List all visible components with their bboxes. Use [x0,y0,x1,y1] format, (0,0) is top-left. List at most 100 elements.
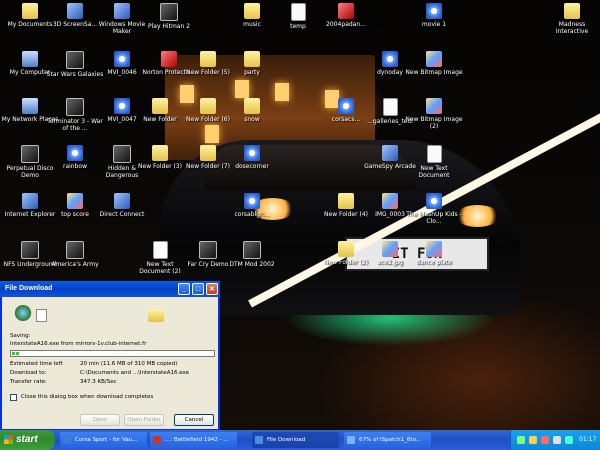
media-icon [114,51,130,67]
desktop-icon-label: corsablgh... [234,211,270,218]
folder-icon [244,98,260,114]
app-icon [114,193,130,209]
taskbar-item-corsa-sport[interactable]: Corsa Sport - for Vau... [60,432,147,448]
folder-icon [564,3,580,19]
desktop-icon[interactable]: snow [222,98,282,123]
folder-icon [338,241,354,257]
document-icon [290,3,306,21]
game-icon [113,145,131,163]
paint-icon [426,51,442,67]
folder-icon [152,98,168,114]
game-icon [243,241,261,259]
time-left-label: Estimated time left [10,361,63,367]
desktop-icon-label: party [244,69,260,76]
desktop-icon[interactable]: corsablgh... [222,193,282,218]
desktop-icon-label: movie 1 [421,21,447,28]
taskbar-item-patch-download[interactable]: 67% of ISpatch1_6to... [344,432,431,448]
download-progress-bar [10,350,215,357]
open-button[interactable]: Open [80,414,120,426]
download-file-line: InterstateA16.exe from mirrors-1v.club-i… [10,341,147,347]
media-icon [114,98,130,114]
paint-icon [426,98,442,114]
game-icon [66,51,84,69]
taskbar-item-label: File Download [267,437,306,443]
start-label: start [16,434,38,445]
maximize-button[interactable]: □ [192,283,204,295]
download-to-label: Download to: [10,370,47,376]
desktop-icon[interactable]: dance plate [404,241,464,266]
transfer-rate-label: Transfer rate: [10,379,47,385]
desktop-icon[interactable]: New Text Document [404,145,464,179]
desktop-icon-label: dosecorner [235,163,269,170]
time-left-value: 20 min (11.6 MB of 310 MB copied) [80,361,178,367]
folder-docs-icon [22,3,38,19]
desktop-icon[interactable]: Direct Connect [92,193,152,218]
download-progress-fill [12,352,19,355]
dialog-title-bar[interactable]: File Download _ □ ✕ [0,281,220,297]
game-icon [21,241,39,259]
download-icon [255,436,263,444]
desktop-icon-label: Play Hitman 2 [148,23,190,30]
computer-icon [22,51,38,67]
globe-icon [14,305,32,321]
taskbar-item-battlefield[interactable]: ...: Battlefield 1942 - ... [150,432,237,448]
media-icon [244,145,260,161]
desktop-icon-label: dance plate [416,259,452,266]
desktop-icon-label: America's Army [51,261,99,268]
desktop-icon-label: snow [244,116,260,123]
media-icon [382,51,398,67]
folder-icon [152,145,168,161]
app-icon [382,145,398,161]
minimize-button[interactable]: _ [178,283,190,295]
desktop-icon[interactable]: 2004padan... [316,3,376,28]
folder-icon [148,309,164,322]
desktop-icon[interactable]: New Bitmap Image [404,51,464,76]
folder-icon [200,145,216,161]
dialog-title: File Download [5,285,53,292]
document-icon [426,145,442,163]
desktop-icon[interactable]: dosecorner [222,145,282,170]
desktop-icon[interactable]: America's Army [45,241,105,268]
close-when-complete-checkbox[interactable] [10,394,17,401]
close-when-complete-label[interactable]: Close this dialog box when download comp… [21,394,153,400]
desktop-icon[interactable]: party [222,51,282,76]
media-icon [426,193,442,209]
media-icon [67,145,83,161]
document-icon [382,98,398,116]
security-tray-icon[interactable] [541,436,549,444]
file-download-dialog: File Download _ □ ✕ Saving: InterstateA1… [0,281,220,430]
media-icon [244,193,260,209]
desktop-icon[interactable]: DTM Mod 2002 [222,241,282,268]
saving-label: Saving: [10,333,31,339]
folder-icon [200,98,216,114]
folder-icon [244,3,260,19]
messenger-tray-icon[interactable] [565,436,573,444]
desktop-icon[interactable]: New Bitmap Image (2) [404,98,464,130]
paint-icon [382,241,398,257]
browser-icon [63,436,71,444]
desktop-icon[interactable]: Madness Interactive [542,3,600,35]
paint-icon [67,193,83,209]
start-button[interactable]: start [0,430,55,450]
game-icon [66,241,84,259]
cancel-button[interactable]: Cancel [174,414,214,426]
desktop-icon-label: New Bitmap Image (2) [405,116,463,130]
desktop-icon[interactable]: movie 1 [404,3,464,28]
desktop-icon-label: Direct Connect [99,211,145,218]
desktop-icon-label: 2004padan... [326,21,366,28]
close-button[interactable]: ✕ [206,283,218,295]
norton-icon [161,51,177,67]
volume-tray-icon[interactable] [529,436,537,444]
browser-icon [153,436,161,444]
desktop-icon[interactable]: Play Hitman 2 [139,3,199,30]
network-tray-icon[interactable] [517,436,525,444]
media-icon [338,98,354,114]
open-folder-button[interactable]: Open Folder [124,414,164,426]
movie-maker-icon [114,3,130,19]
folder-icon [338,193,354,209]
game-icon [160,3,178,21]
screensaver-icon [67,3,83,19]
program-tray-icon[interactable] [553,436,561,444]
taskbar-item-file-download[interactable]: File Download [252,432,339,448]
desktop-icon[interactable]: The MashUp Kids - Clo... [404,193,464,225]
